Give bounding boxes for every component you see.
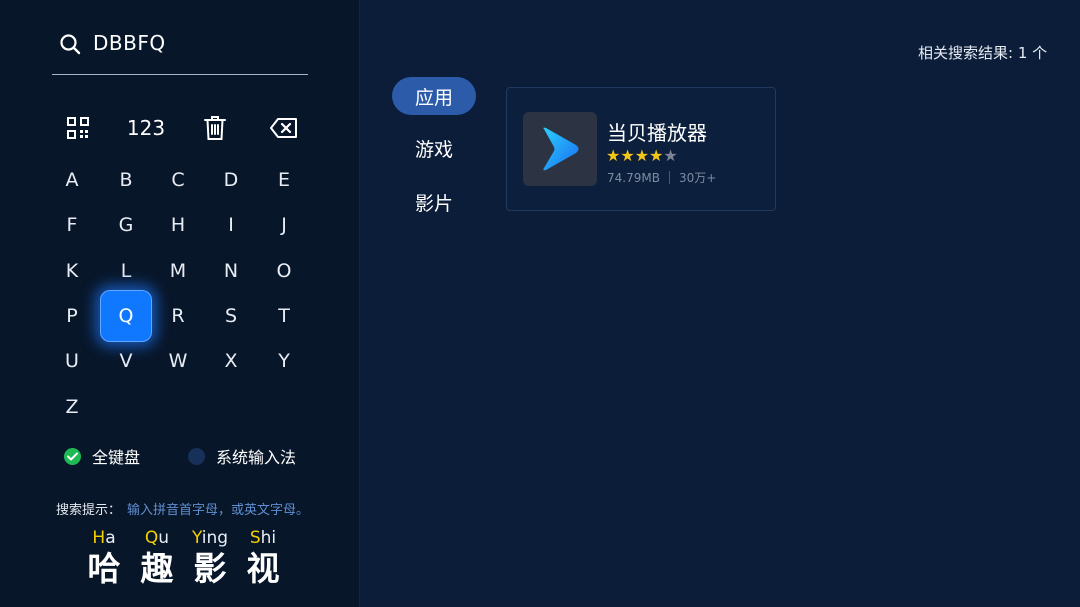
backspace-button[interactable] bbox=[261, 110, 307, 146]
app-icon bbox=[523, 112, 597, 186]
key-z[interactable]: Z bbox=[46, 381, 98, 433]
numeric-keyboard-label: 123 bbox=[126, 116, 166, 140]
rating-stars: ★ ★ ★ ★ ★ bbox=[606, 147, 678, 165]
logo-pinyin-initial: Q bbox=[144, 528, 159, 548]
result-count: 相关搜索结果: 1 个 bbox=[918, 44, 1048, 62]
search-query: DBBFQ bbox=[93, 31, 166, 55]
key-i[interactable]: I bbox=[205, 199, 257, 251]
search-hint-text: 输入拼音首字母，或英文字母。 bbox=[127, 503, 310, 518]
logo-character: 趣 bbox=[140, 549, 174, 588]
logo-pinyin-initial: S bbox=[249, 528, 261, 548]
logo-syllable: Ha 哈 bbox=[74, 526, 134, 588]
results-panel: 相关搜索结果: 1 个 应用 游戏 影片 当贝播放器 ★ ★ ★ ★ ★ 74.79MB bbox=[360, 0, 1080, 607]
selected-check-icon bbox=[64, 447, 81, 465]
play-arrow-icon bbox=[543, 127, 579, 171]
full-keyboard-option[interactable]: 全键盘 bbox=[64, 444, 140, 468]
backspace-icon bbox=[270, 118, 297, 138]
logo-pinyin-rest: a bbox=[105, 528, 116, 548]
system-ime-option[interactable]: 系统输入法 bbox=[188, 444, 296, 468]
logo-character: 视 bbox=[246, 549, 280, 588]
app-size: 74.79MB bbox=[607, 170, 660, 185]
logo-syllable: Qu 趣 bbox=[127, 526, 187, 588]
app-name: 当贝播放器 bbox=[607, 121, 707, 145]
app-result-card[interactable]: 当贝播放器 ★ ★ ★ ★ ★ 74.79MB 30万+ bbox=[506, 87, 776, 211]
qr-code-button[interactable] bbox=[55, 110, 101, 146]
key-f[interactable]: F bbox=[46, 199, 98, 251]
logo-pinyin-rest: ing bbox=[201, 528, 229, 548]
tab-games-label: 游戏 bbox=[414, 138, 453, 161]
clear-button[interactable] bbox=[192, 110, 238, 146]
star-filled-icon: ★ bbox=[649, 146, 664, 165]
key-h[interactable]: H bbox=[152, 199, 204, 251]
logo-syllable: Ying 影 bbox=[180, 526, 240, 588]
numeric-keyboard-button[interactable]: 123 bbox=[123, 110, 169, 146]
star-filled-icon: ★ bbox=[634, 146, 650, 165]
tab-games[interactable]: 游戏 bbox=[392, 129, 476, 167]
key-y[interactable]: Y bbox=[258, 335, 310, 387]
logo-pinyin-rest: hi bbox=[260, 528, 277, 548]
search-icon bbox=[60, 34, 81, 55]
tab-apps[interactable]: 应用 bbox=[392, 77, 476, 115]
search-panel: DBBFQ 123 A B C D E F G H I J K L M N O … bbox=[0, 0, 359, 607]
search-bar[interactable]: DBBFQ bbox=[52, 24, 308, 75]
logo-pinyin-initial: H bbox=[92, 528, 106, 548]
key-v[interactable]: V bbox=[100, 335, 152, 387]
app-meta: 74.79MB 30万+ bbox=[607, 169, 716, 186]
logo-character: 影 bbox=[193, 549, 227, 588]
app-downloads: 30万+ bbox=[678, 171, 717, 185]
logo-pinyin-rest: u bbox=[158, 528, 170, 548]
unselected-radio-icon bbox=[188, 447, 205, 465]
star-filled-icon: ★ bbox=[606, 146, 621, 165]
key-x[interactable]: X bbox=[205, 335, 257, 387]
key-w[interactable]: W bbox=[152, 335, 204, 387]
key-u[interactable]: U bbox=[46, 335, 98, 387]
search-hint: 搜索提示： 输入拼音首字母，或英文字母。 bbox=[56, 499, 309, 518]
logo-pinyin-initial: Y bbox=[191, 528, 202, 548]
logo-syllable: Shi 视 bbox=[233, 526, 293, 588]
tab-movies[interactable]: 影片 bbox=[392, 183, 476, 221]
tab-movies-label: 影片 bbox=[414, 192, 453, 215]
meta-separator bbox=[668, 171, 670, 184]
search-hint-label: 搜索提示： bbox=[56, 503, 122, 518]
star-filled-icon: ★ bbox=[620, 146, 635, 165]
full-keyboard-label: 全键盘 bbox=[92, 448, 141, 467]
logo-character: 哈 bbox=[87, 549, 121, 588]
trash-icon bbox=[204, 116, 226, 140]
key-j[interactable]: J bbox=[258, 199, 310, 251]
star-empty-icon: ★ bbox=[663, 146, 678, 165]
qr-code-icon bbox=[67, 117, 89, 139]
tab-apps-label: 应用 bbox=[414, 86, 453, 109]
system-ime-label: 系统输入法 bbox=[216, 448, 297, 467]
key-g[interactable]: G bbox=[100, 199, 152, 251]
